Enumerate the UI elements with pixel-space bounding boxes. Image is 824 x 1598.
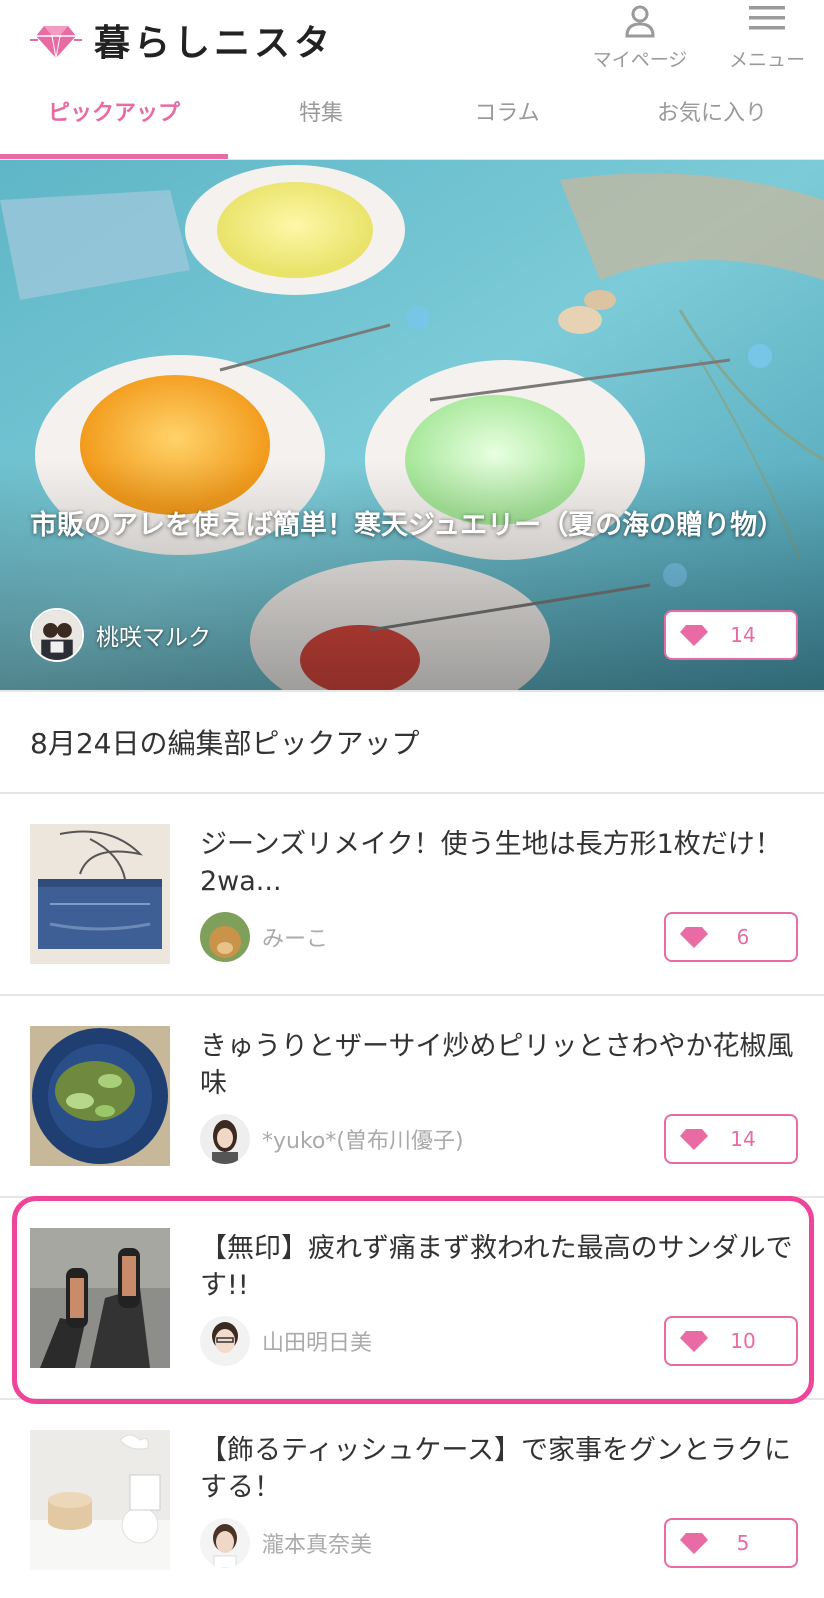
like-button[interactable]: 5 (664, 1518, 798, 1568)
article-title[interactable]: きゅうりとザーサイ炒めピリッとさわやか花椒風味 (200, 1028, 800, 1102)
tab-bar: ピックアップ 特集 コラム お気に入り (0, 78, 824, 160)
like-count: 10 (730, 1329, 756, 1353)
list-item[interactable]: 【飾るティッシュケース】で家事をグンとラクにする！ 瀧本真奈美 5 (0, 1400, 824, 1598)
article-author-name: *yuko*(曽布川優子) (262, 1129, 464, 1154)
hamburger-menu-icon (749, 6, 785, 30)
tab-favorites[interactable]: お気に入り (600, 78, 824, 158)
like-count: 14 (730, 623, 756, 647)
article-author-name: みーこ (262, 927, 329, 952)
article-thumbnail (30, 1430, 170, 1570)
like-button[interactable]: 14 (664, 1114, 798, 1164)
diamond-icon (680, 927, 708, 948)
menu-label: メニュー (728, 49, 805, 71)
avatar (200, 1518, 250, 1568)
like-button[interactable]: 14 (664, 610, 798, 660)
article-author[interactable]: *yuko*(曽布川優子) (200, 1114, 464, 1164)
mypage-label: マイページ (592, 49, 688, 71)
article-author[interactable]: 瀧本真奈美 (200, 1518, 372, 1568)
diamond-icon (680, 1331, 708, 1352)
article-thumbnail (30, 1228, 170, 1368)
logo-text: 暮らしニスタ (94, 23, 335, 64)
list-item[interactable]: 【無印】疲れず痛まず救われた最高のサンダルです!! 山田明日美 10 (0, 1198, 824, 1398)
avatar (200, 1316, 250, 1366)
article-author[interactable]: みーこ (200, 912, 328, 962)
like-count: 6 (736, 925, 750, 949)
active-tab-indicator (0, 154, 228, 159)
article-thumbnail (30, 824, 170, 964)
diamond-icon (680, 625, 708, 646)
hero-article[interactable]: 市販のアレを使えば簡単！寒天ジュエリー（夏の海の贈り物） 桃咲マルク 14 (0, 160, 824, 690)
article-author-name: 瀧本真奈美 (262, 1533, 373, 1558)
article-author-name: 山田明日美 (262, 1331, 373, 1356)
diamond-icon (680, 1533, 708, 1554)
list-item[interactable]: きゅうりとザーサイ炒めピリッとさわやか花椒風味 *yuko*(曽布川優子) 14 (0, 996, 824, 1196)
divider (0, 690, 824, 692)
article-title[interactable]: 【飾るティッシュケース】で家事をグンとラクにする！ (200, 1432, 800, 1506)
article-author[interactable]: 山田明日美 (200, 1316, 372, 1366)
like-count: 14 (730, 1127, 756, 1151)
avatar (200, 912, 250, 962)
hero-author-name: 桃咲マルク (96, 625, 211, 651)
menu-button[interactable]: メニュー (712, 0, 822, 71)
hero-title[interactable]: 市販のアレを使えば簡単！寒天ジュエリー（夏の海の贈り物） (30, 508, 800, 544)
like-count: 5 (736, 1531, 750, 1555)
header: 暮らしニスタ マイページ メニュー (0, 0, 824, 78)
user-icon (625, 5, 655, 38)
logo[interactable]: 暮らしニスタ (30, 14, 334, 66)
tab-feature[interactable]: 特集 (228, 78, 414, 158)
diamond-logo-icon (30, 26, 82, 59)
article-title[interactable]: ジーンズリメイク！使う生地は長方形1枚だけ！2wa... (200, 826, 800, 900)
avatar (200, 1114, 250, 1164)
tab-pickup[interactable]: ピックアップ (0, 78, 228, 158)
article-thumbnail (30, 1026, 170, 1166)
like-button[interactable]: 6 (664, 912, 798, 962)
avatar (30, 608, 84, 662)
like-button[interactable]: 10 (664, 1316, 798, 1366)
tab-column[interactable]: コラム (414, 78, 600, 158)
hero-author[interactable]: 桃咲マルク (30, 608, 211, 662)
section-title: 8月24日の編集部ピックアップ (30, 727, 420, 760)
list-item[interactable]: ジーンズリメイク！使う生地は長方形1枚だけ！2wa... みーこ 6 (0, 794, 824, 994)
article-title[interactable]: 【無印】疲れず痛まず救われた最高のサンダルです!! (200, 1230, 800, 1304)
mypage-button[interactable]: マイページ (585, 0, 695, 71)
diamond-icon (680, 1129, 708, 1150)
